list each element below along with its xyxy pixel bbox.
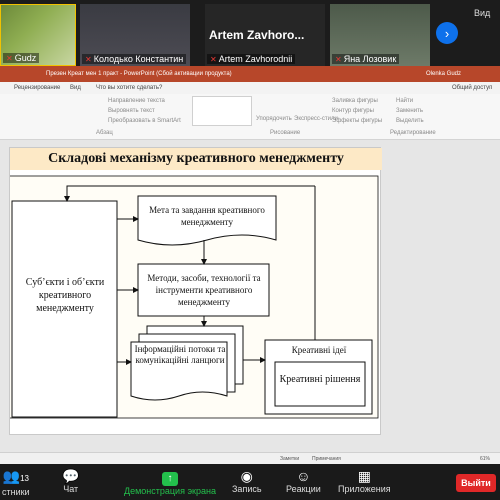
slide-editor: Складові механізму креативного менеджмен…: [0, 140, 500, 452]
window-title: Презен Креат мен 1 практ - PowerPoint (С…: [46, 71, 232, 77]
zoom-level[interactable]: 61%: [480, 456, 490, 462]
ribbon-group-editing: Редактирование: [390, 130, 436, 136]
participant-tile[interactable]: ✕ Яна Лозовик: [330, 4, 430, 66]
leave-button[interactable]: Выйти: [456, 474, 496, 492]
mic-muted-icon: ✕: [210, 55, 217, 64]
record-button[interactable]: ◉ Запись: [232, 468, 262, 494]
chat-button[interactable]: 💬 Чат: [62, 468, 79, 494]
mic-muted-icon: ✕: [85, 55, 92, 64]
methods-box-text: Методи, засоби, технології та інструмент…: [147, 273, 261, 307]
ideas-box-text: Креативні ідеї: [291, 345, 347, 355]
participant-tile[interactable]: Artem Zavhoro... ✕ Artem Zavhorodnii: [205, 4, 325, 66]
tell-me-field[interactable]: Что вы хотите сделать?: [96, 85, 162, 91]
powerpoint-titlebar: Презен Креат мен 1 практ - PowerPoint (С…: [0, 66, 500, 82]
ribbon-convert-smartart[interactable]: Преобразовать в SmartArt: [108, 118, 181, 124]
share-screen-icon: ↑: [124, 468, 216, 486]
share-button[interactable]: Общий доступ: [452, 85, 492, 91]
ribbon-group-drawing: Рисование: [270, 130, 301, 136]
participants-button[interactable]: 👥13 стники: [2, 468, 30, 497]
ribbon-shape-effects[interactable]: Эффекты фигуры: [332, 118, 382, 124]
participants-icon: 👥13: [2, 468, 29, 484]
zoom-window: ✕ Gudz ✕ Колодько Константин Artem Zavhoro…: [0, 0, 500, 500]
participant-big-name: Artem Zavhoro...: [209, 28, 305, 42]
solutions-box-text: Креативні рішення: [279, 374, 361, 385]
mic-muted-icon: ✕: [6, 54, 13, 63]
tab-view[interactable]: Вид: [70, 85, 81, 91]
reactions-icon: ☺: [296, 468, 311, 484]
share-screen-button[interactable]: ↑ Демонстрация экрана: [124, 468, 216, 496]
view-button[interactable]: Вид: [474, 8, 490, 18]
participant-name: ✕ Яна Лозовик: [332, 54, 400, 64]
shapes-gallery[interactable]: [192, 96, 252, 126]
info-box-text: Інформаційні потоки та комунікаційні лан…: [134, 344, 226, 365]
apps-icon: ▦: [357, 468, 371, 484]
ribbon-text-direction[interactable]: Направление текста: [108, 98, 165, 104]
ribbon-find[interactable]: Найти: [396, 98, 413, 104]
reactions-button[interactable]: ☺ Реакции: [286, 468, 321, 494]
participant-name: ✕ Artem Zavhorodnii: [207, 54, 296, 64]
subject-box-text: Суб’єкти і об’єкти креативного менеджмен…: [25, 277, 105, 314]
participant-tile[interactable]: ✕ Gudz: [0, 4, 76, 66]
mic-muted-icon: ✕: [335, 55, 342, 64]
ribbon-shape-outline[interactable]: Контур фигуры: [332, 108, 374, 114]
powerpoint-statusbar: Заметки Примечания 61%: [0, 452, 500, 464]
next-page-icon[interactable]: ›: [436, 22, 458, 44]
ribbon-replace[interactable]: Заменить: [396, 108, 423, 114]
ribbon-tabs: Рецензирование Вид Что вы хотите сделать…: [0, 82, 500, 94]
ribbon-arrange[interactable]: Упорядочить: [256, 116, 292, 122]
tab-review[interactable]: Рецензирование: [14, 85, 60, 91]
ribbon-align-text[interactable]: Выровнять текст: [108, 108, 155, 114]
ribbon-group-paragraph: Абзац: [96, 130, 113, 136]
goals-box-text: Мета та завдання креативного менеджменту: [149, 205, 265, 227]
slide[interactable]: Складові механізму креативного менеджмен…: [9, 147, 382, 435]
participants-strip: ✕ Gudz ✕ Колодько Константин Artem Zavhoro…: [0, 0, 500, 66]
record-icon: ◉: [240, 468, 253, 484]
apps-button[interactable]: ▦ Приложения: [338, 468, 391, 494]
meeting-toolbar: 👥13 стники 💬 Чат ↑ Демонстрация экрана ◉…: [0, 464, 500, 500]
chat-icon: 💬: [62, 468, 80, 484]
participant-name: ✕ Колодько Константин: [82, 54, 187, 64]
participant-name: ✕ Gudz: [3, 53, 40, 63]
user-name: Olenka Gudz: [426, 71, 462, 77]
ribbon-select[interactable]: Выделить: [396, 118, 424, 124]
participant-tile[interactable]: ✕ Колодько Константин: [80, 4, 190, 66]
slide-title[interactable]: Складові механізму креативного менеджмен…: [10, 148, 382, 170]
ribbon-shape-fill[interactable]: Заливка фигуры: [332, 98, 378, 104]
notes-button[interactable]: Заметки: [280, 456, 299, 462]
comments-button[interactable]: Примечания: [312, 456, 341, 462]
